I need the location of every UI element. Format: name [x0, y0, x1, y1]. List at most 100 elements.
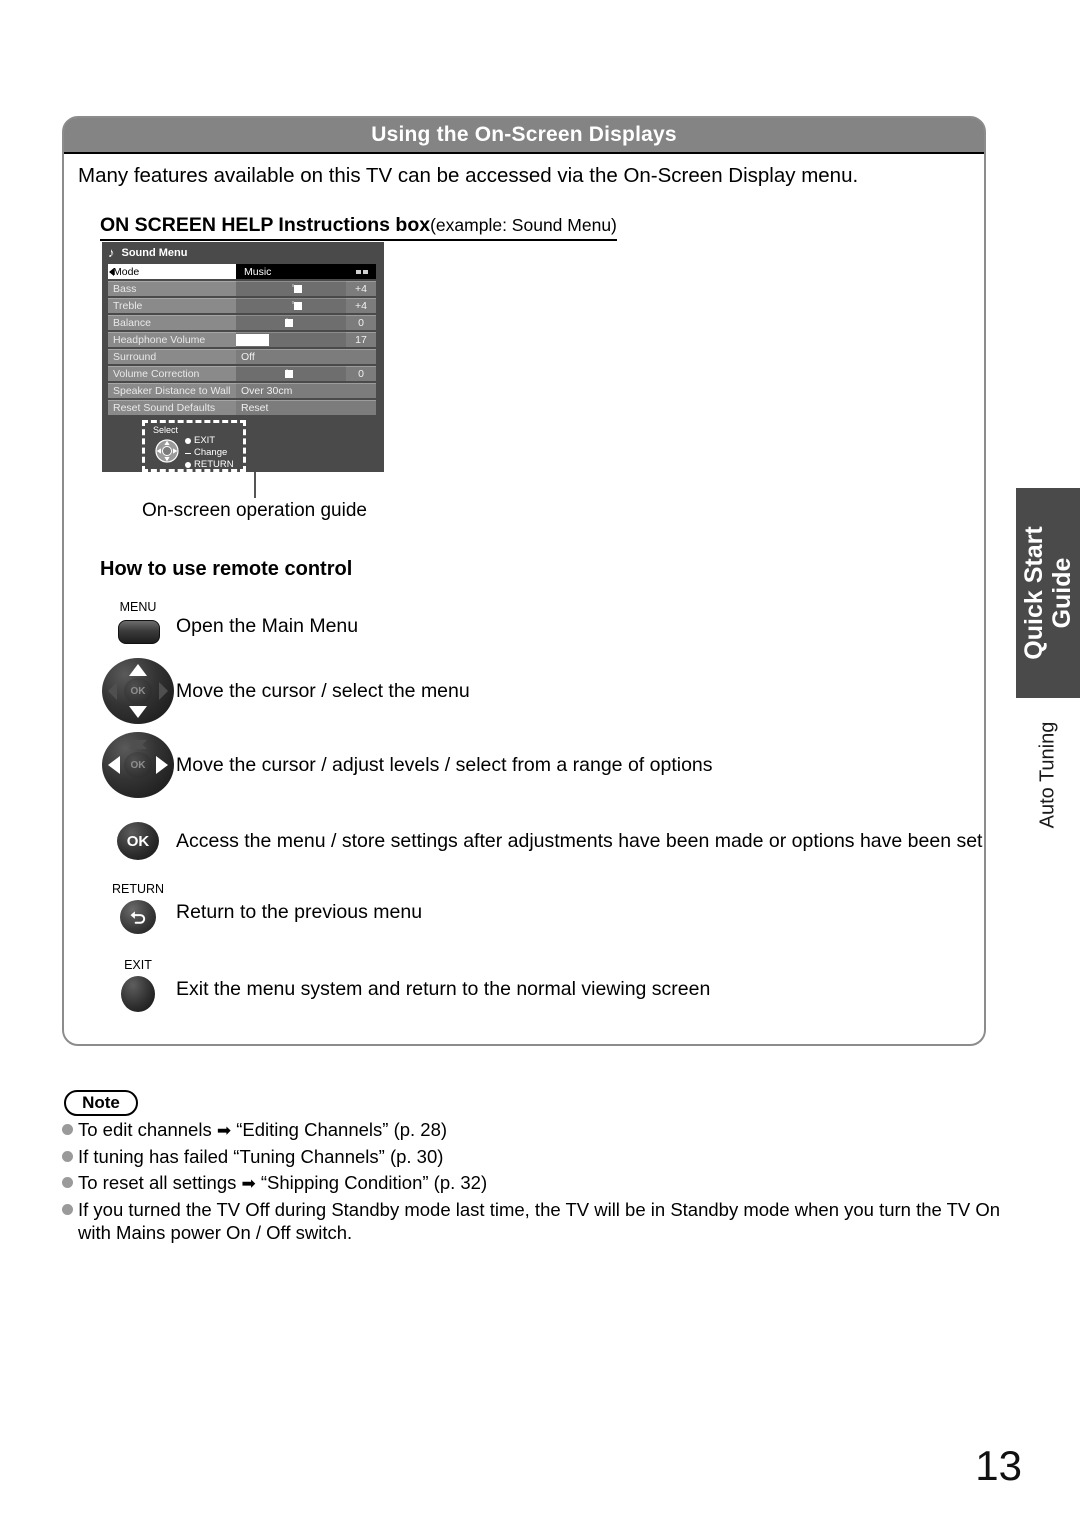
arrow-down-icon — [129, 740, 147, 749]
osd-row-value: 0 — [346, 315, 376, 330]
osd-row-label: Bass — [108, 281, 236, 296]
note-item: To reset all settings ➡ “Shipping Condit… — [62, 1171, 1002, 1195]
return-button-icon: RETURN — [100, 882, 176, 942]
arrow-right-icon[interactable] — [370, 267, 375, 276]
osd-row-label: Speaker Distance to Wall — [108, 383, 236, 398]
side-tab-quick-start: Quick Start Guide — [1016, 488, 1080, 698]
osd-row-label: Treble — [108, 298, 236, 313]
guide-item-list: EXIT Change RETURN — [185, 435, 234, 471]
remote-row-updown: OK Move the cursor / select the menu — [100, 658, 470, 724]
osd-row-value: 17 — [346, 332, 376, 347]
note-item: To edit channels ➡ “Editing Channels” (p… — [62, 1118, 1002, 1142]
guide-exit-label: EXIT — [194, 435, 216, 446]
dash-icon — [185, 452, 191, 454]
osd-row-value[interactable]: Off — [236, 349, 376, 364]
side-sub-label: Auto Tuning — [1036, 721, 1059, 829]
page-number: 13 — [975, 1442, 1022, 1489]
dpad-left-right-icon: OK — [102, 732, 174, 798]
osd-row-label: Headphone Volume — [108, 332, 236, 347]
osd-row-value[interactable]: Reset — [236, 400, 376, 415]
bullet-dot-icon — [62, 1124, 73, 1135]
osd-row[interactable]: Volume Correction 0 — [108, 366, 376, 381]
osd-slider[interactable] — [236, 366, 346, 381]
dpad-ok-center: OK — [124, 678, 152, 704]
osd-slider-knob[interactable] — [293, 285, 302, 293]
osd-row[interactable]: Reset Sound Defaults Reset — [108, 400, 376, 415]
remote-row-return: RETURN Return to the previous menu — [100, 882, 422, 942]
osd-slider[interactable] — [236, 315, 346, 330]
callout-leader-line — [254, 472, 256, 498]
osd-row-label: Surround — [108, 349, 236, 364]
osd-row-value: 0 — [346, 366, 376, 381]
intro-text: Many features available on this TV can b… — [78, 164, 859, 187]
exit-key-label: EXIT — [124, 958, 152, 972]
side-tab-line1: Quick Start — [1020, 526, 1048, 660]
note-item-text: If you turned the TV Off during Standby … — [78, 1199, 1001, 1243]
osd-slider-knob[interactable] — [284, 319, 293, 327]
remote-section-title: How to use remote control — [100, 558, 353, 580]
osd-row-label: Balance — [108, 315, 236, 330]
osd-row-value[interactable]: Over 30cm — [236, 383, 376, 398]
side-tab-auto-tuning: Auto Tuning — [1016, 700, 1080, 850]
osd-row[interactable]: Mode Music — [108, 264, 376, 279]
back-arrow-icon — [130, 910, 145, 924]
ok-button-icon: OK — [117, 822, 159, 860]
remote-row-ok-text: Access the menu / store settings after a… — [176, 829, 983, 852]
osd-slider-knob[interactable] — [284, 370, 293, 378]
note-item: If you turned the TV Off during Standby … — [62, 1198, 1002, 1244]
callout-label: On-screen operation guide — [142, 500, 367, 521]
dpad-up-down-icon: OK — [102, 658, 174, 724]
arrow-right-icon: ➡ — [241, 1174, 256, 1193]
osd-row[interactable]: Surround Off — [108, 349, 376, 364]
osd-row[interactable]: Treble +4 — [108, 298, 376, 313]
osd-title: ♪ Sound Menu — [108, 246, 188, 259]
guide-item-exit: EXIT — [185, 435, 234, 447]
arrow-left-icon[interactable] — [109, 267, 114, 276]
remote-row-updown-text: Move the cursor / select the menu — [176, 679, 470, 702]
osd-value-dots-icon — [356, 270, 368, 274]
music-note-icon: ♪ — [108, 245, 115, 260]
arrow-right-icon — [156, 756, 168, 774]
osd-slider[interactable] — [236, 298, 346, 313]
arrow-right-icon: ➡ — [216, 1121, 232, 1140]
page-title: Using the On-Screen Displays — [371, 123, 677, 146]
note-item-text: To reset all settings ➡ “Shipping Condit… — [78, 1172, 488, 1193]
note-list: To edit channels ➡ “Editing Channels” (p… — [62, 1118, 1002, 1247]
note-item-text: If tuning has failed “Tuning Channels” (… — [78, 1146, 444, 1167]
osd-slider[interactable] — [236, 332, 346, 347]
osd-row-label: Mode — [108, 264, 236, 279]
note-item: If tuning has failed “Tuning Channels” (… — [62, 1145, 1002, 1168]
return-key-label: RETURN — [111, 882, 165, 896]
remote-row-ok: OK Access the menu / store settings afte… — [100, 822, 982, 860]
arrow-right-icon — [159, 682, 168, 700]
osd-title-text: Sound Menu — [121, 246, 188, 259]
note-badge: Note — [64, 1090, 138, 1116]
guide-item-return: RETURN — [185, 459, 234, 471]
osd-row[interactable]: Speaker Distance to Wall Over 30cm — [108, 383, 376, 398]
guide-return-label: RETURN — [194, 459, 234, 470]
osd-row[interactable]: Bass +4 — [108, 281, 376, 296]
menu-button-icon: MENU — [100, 600, 176, 650]
bullet-dot-icon — [185, 438, 191, 444]
arrow-down-icon — [129, 706, 147, 718]
osd-row[interactable]: Balance 0 — [108, 315, 376, 330]
remote-row-leftright-text: Move the cursor / adjust levels / select… — [176, 753, 713, 776]
osd-row-value: +4 — [346, 298, 376, 313]
bullet-dot-icon — [62, 1204, 73, 1215]
remote-row-menu: MENU Open the Main Menu — [100, 600, 358, 650]
osd-slider-knob[interactable] — [293, 302, 302, 310]
osd-screenshot: ♪ Sound Menu Mode Music Bass +4 Treble +4 Bala… — [102, 242, 384, 472]
arrow-left-icon — [108, 682, 117, 700]
content-panel: Using the On-Screen Displays Many featur… — [62, 116, 986, 1046]
menu-key-label: MENU — [119, 600, 157, 614]
bullet-dot-icon — [62, 1177, 73, 1188]
osd-slider[interactable] — [236, 281, 346, 296]
osd-row[interactable]: Headphone Volume 17 — [108, 332, 376, 347]
osd-row-value[interactable]: Music — [236, 264, 376, 279]
arrow-left-icon — [108, 756, 120, 774]
guide-dpad-icon — [153, 437, 181, 465]
osd-row-list: Mode Music Bass +4 Treble +4 Balance 0 Headphone… — [108, 264, 376, 417]
side-tab-line2: Guide — [1048, 557, 1076, 629]
bullet-dot-icon — [185, 462, 191, 468]
arrow-up-icon — [129, 664, 147, 676]
